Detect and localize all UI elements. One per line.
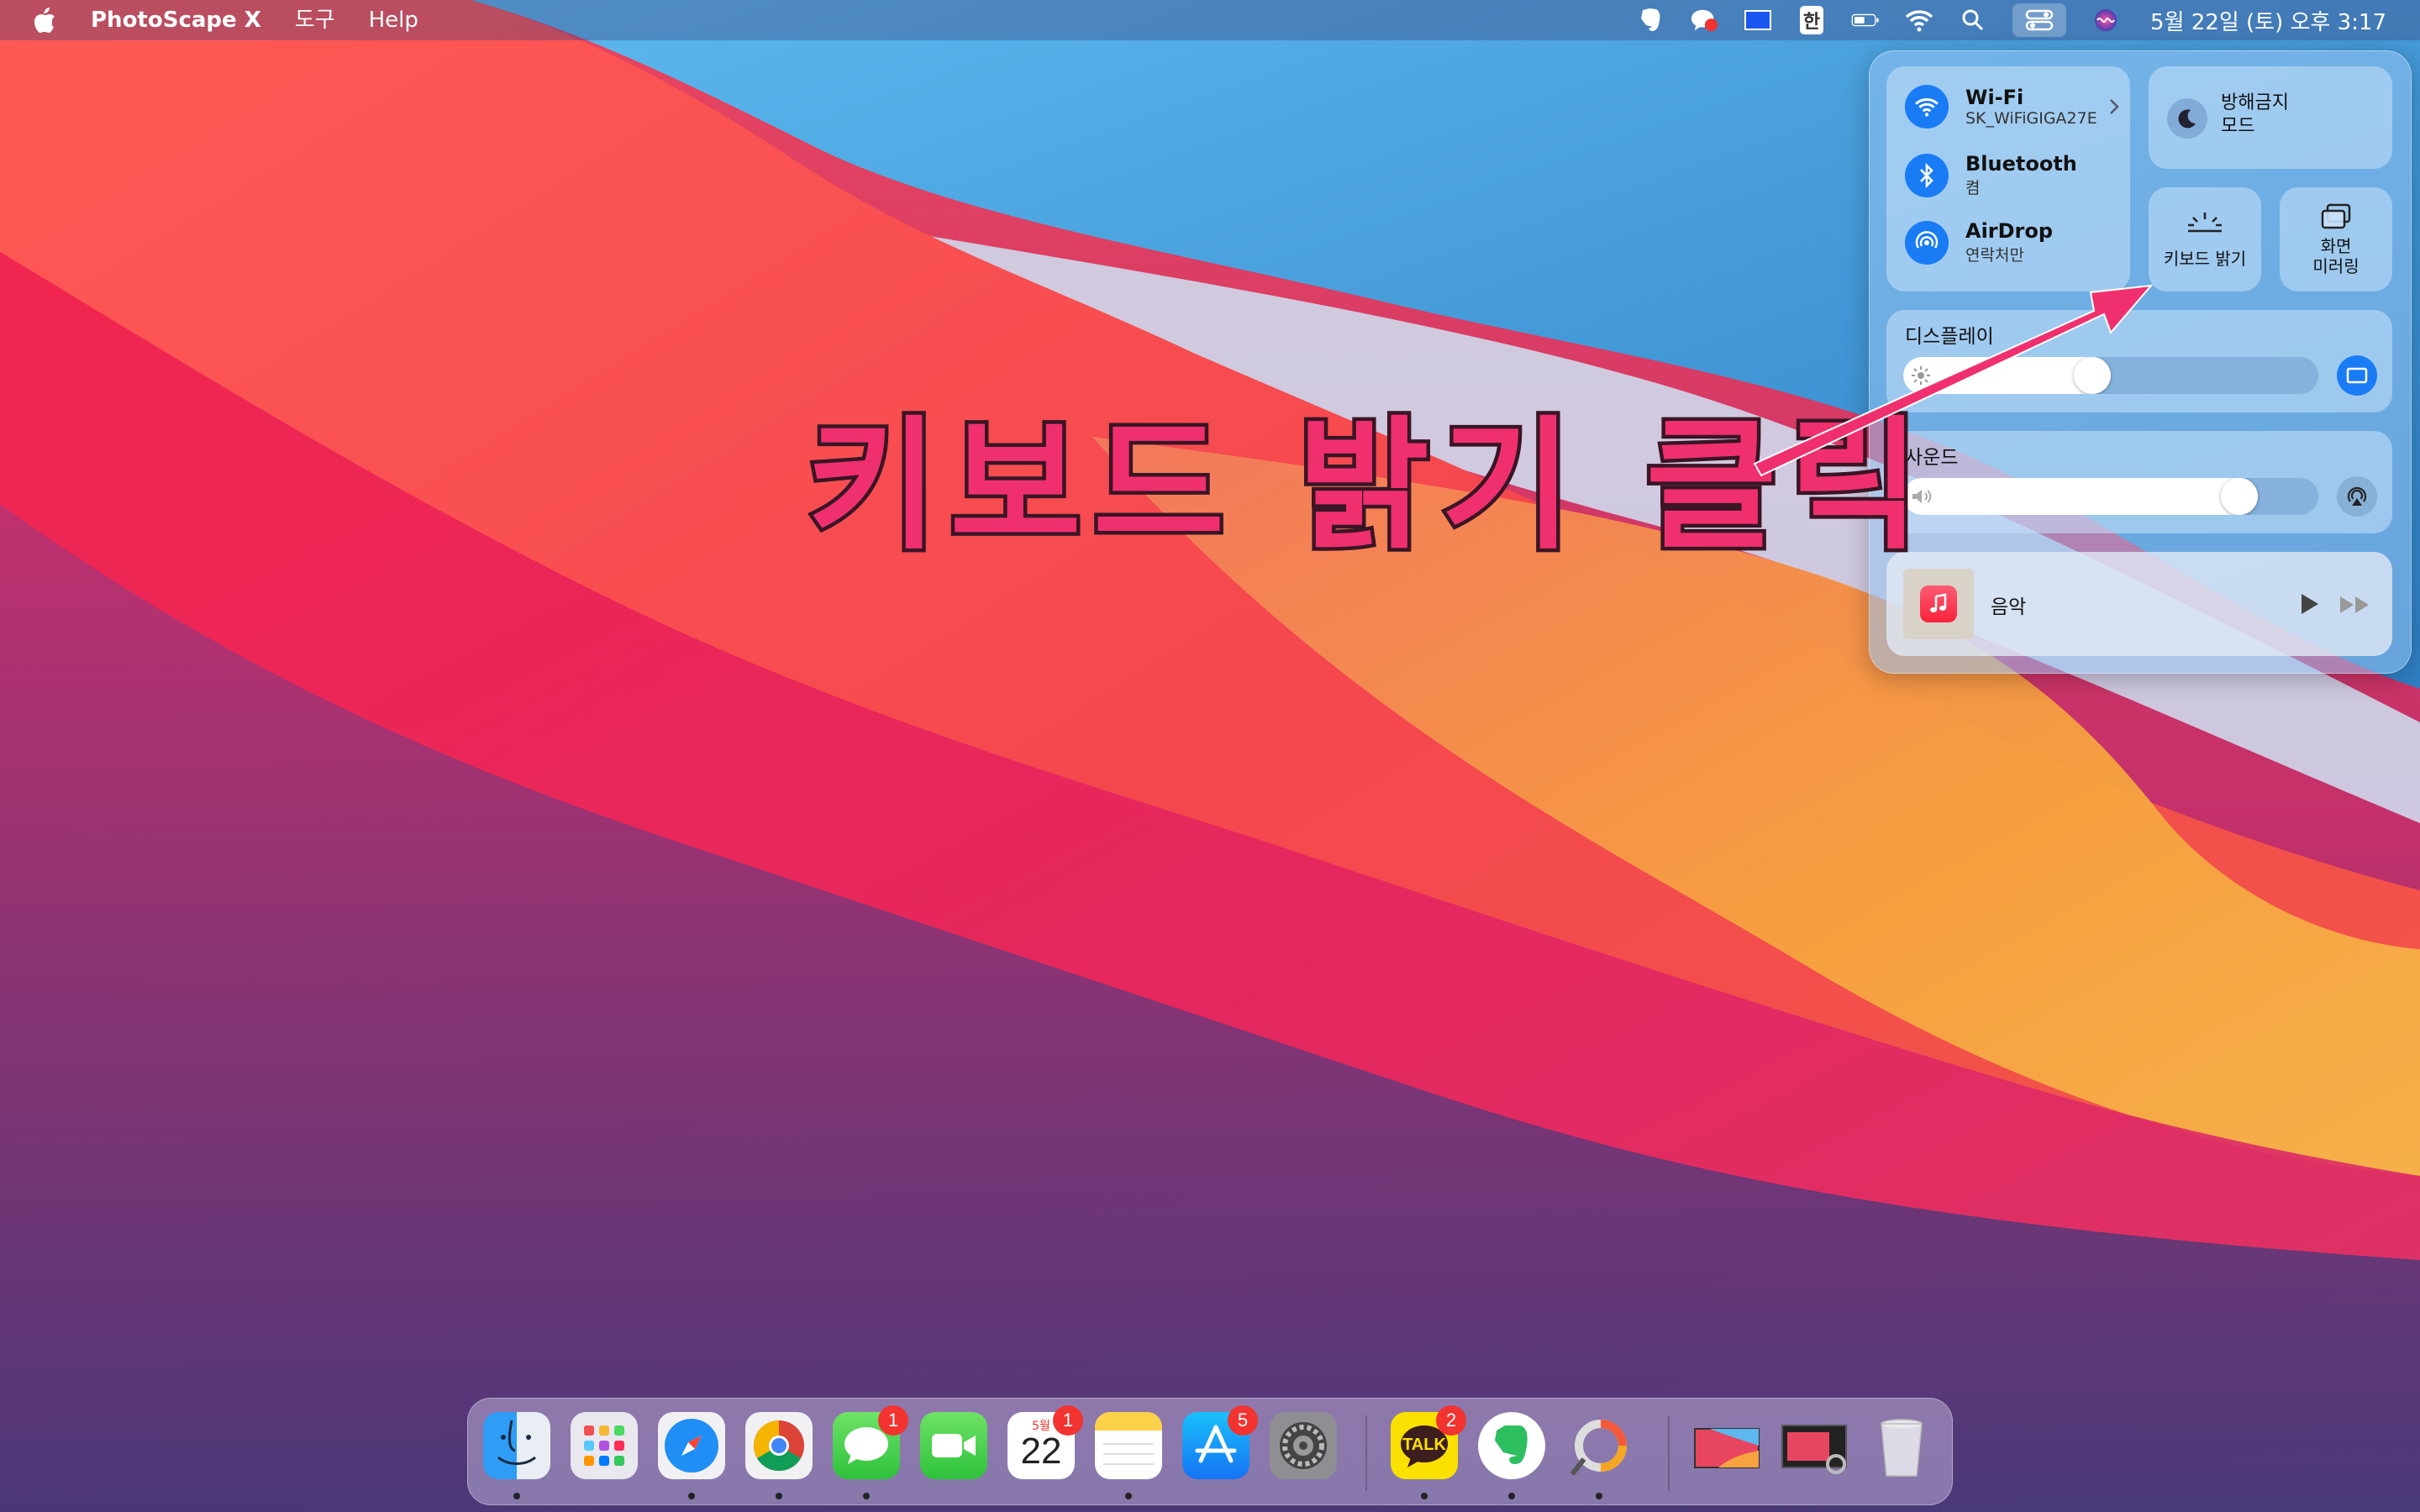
kakaotalk-icon[interactable]: TALK 2 [1391,1405,1466,1479]
network-tile: Wi-Fi SK_WiFiGIGA27E Bluetooth 켬 AirDrop… [1886,66,2130,291]
kakaotalk-badge: 2 [1436,1405,1466,1436]
kakaotalk-running-dot [1421,1493,1428,1499]
spotlight-search-icon[interactable] [1959,6,1987,34]
airdrop-icon[interactable] [1905,220,1949,265]
kakaotalk-label: TALK [1402,1436,1446,1454]
finder-running-dot [513,1493,520,1499]
airplay-audio-button[interactable] [2337,476,2377,517]
messages-icon[interactable]: 1 [833,1405,908,1479]
music-app-artwork[interactable] [1903,569,1974,639]
messages-running-dot [863,1493,870,1499]
do-not-disturb-tile[interactable]: 방해금지 모드 [2149,66,2392,169]
play-icon[interactable] [2298,592,2320,616]
wifi-menu-icon[interactable] [1905,6,1933,34]
annotation-caption: 키보드 밝기 클릭 [802,400,1933,574]
airdrop-row[interactable]: AirDrop 연락처만 [1905,219,2105,265]
photoscape-icon[interactable] [1565,1412,1633,1479]
mirroring-label-line1: 화면 [2320,236,2352,256]
display-slider-knob[interactable] [2074,357,2111,394]
chrome-icon[interactable] [745,1412,813,1479]
sound-slider-knob[interactable] [2221,478,2258,515]
sound-volume-slider[interactable] [1903,478,2318,515]
calendar-day: 22 [1020,1431,1062,1472]
safari-icon[interactable] [658,1412,725,1479]
calendar-badge: 1 [1053,1405,1083,1436]
chrome-running-dot [776,1493,782,1499]
music-title: 음악 [1991,596,2027,618]
desktop-stack-thumbnail[interactable] [1693,1412,1760,1479]
system-preferences-icon[interactable] [1270,1412,1337,1479]
safari-running-dot [688,1493,695,1499]
siri-icon[interactable] [2091,6,2120,34]
display-settings-button[interactable] [2337,355,2377,396]
calendar-icon[interactable]: 5월 22 1 [1007,1405,1083,1479]
notes-running-dot [1125,1493,1132,1499]
app-store-icon[interactable]: 5 [1182,1405,1258,1479]
evernote-running-dot [1508,1493,1515,1499]
wifi-network-name: SK_WiFiGIGA27E [1965,109,2097,128]
sound-tile: 사운드 [1886,431,2392,533]
kakaotalk-menu-icon[interactable] [1690,6,1718,34]
input-method-icon[interactable]: 한 [1797,6,1826,34]
display-screen-icon [2346,367,2368,384]
moon-icon [2167,98,2207,139]
dock-separator [1365,1415,1367,1491]
wifi-title: Wi-Fi [1965,86,2024,109]
display-tile: 디스플레이 [1886,310,2392,412]
photoscape-running-dot [1596,1493,1602,1499]
app-store-badge: 5 [1228,1405,1258,1436]
evernote-menu-icon[interactable] [1636,6,1665,34]
keyboard-brightness-label: 키보드 밝기 [2163,249,2247,269]
music-note-icon [1920,585,1957,622]
keyboard-brightness-tile[interactable]: 키보드 밝기 [2149,187,2261,291]
bluetooth-status: 켬 [1965,179,1981,197]
dnd-label-line1: 방해금지 [2221,92,2289,113]
dock-separator-2 [1668,1415,1670,1491]
bluetooth-icon[interactable] [1905,153,1949,197]
dock: 1 5월 22 1 5 TALK 2 [467,1398,1953,1505]
wifi-row[interactable]: Wi-Fi SK_WiFiGIGA27E [1905,85,2120,129]
launchpad-icon[interactable] [571,1412,638,1479]
screenshot-stack-thumbnail[interactable] [1781,1412,1848,1479]
finder-icon[interactable] [483,1412,550,1479]
menu-tools[interactable]: 도구 [278,0,352,40]
facetime-icon[interactable] [920,1412,987,1479]
screen-mirroring-tile[interactable]: 화면 미러링 [2280,187,2392,291]
notes-icon[interactable] [1095,1412,1162,1479]
trash-icon[interactable] [1868,1412,1935,1479]
display-title: 디스플레이 [1905,326,1994,348]
airdrop-title: AirDrop [1965,219,2054,243]
dnd-label-line2: 모드 [2221,116,2255,137]
control-center-panel: Wi-Fi SK_WiFiGIGA27E Bluetooth 켬 AirDrop… [1869,50,2412,674]
input-method-label: 한 [1799,6,1824,34]
airdrop-status: 연락처만 [1965,246,2024,265]
wifi-icon[interactable] [1905,85,1949,129]
menu-app-name[interactable]: PhotoScape X [74,0,278,40]
battery-icon[interactable] [1851,6,1880,34]
apple-icon[interactable] [32,6,57,34]
display-brightness-slider[interactable] [1903,357,2318,394]
mirroring-label-line2: 미러링 [2312,256,2360,276]
keyboard-brightness-icon [2188,213,2222,233]
bluetooth-title: Bluetooth [1965,152,2077,176]
fast-forward-icon[interactable] [2338,594,2372,616]
airplay-audio-icon [2347,486,2367,506]
menu-clock[interactable]: 5월 22일 (토) 오후 3:17 [2150,5,2386,36]
bluetooth-row[interactable]: Bluetooth 켬 [1905,152,2105,198]
evernote-icon[interactable] [1478,1412,1545,1479]
music-tile: 음악 [1886,552,2392,656]
messages-badge: 1 [878,1405,908,1436]
screen-capture-icon[interactable] [1744,6,1772,34]
sound-slider-fill [1903,478,2258,515]
screen-mirroring-icon [2321,203,2351,229]
menu-bar: PhotoScape X 도구 Help 한 5월 22일 (토) 오후 3:1… [0,0,2420,40]
chevron-right-icon[interactable] [2108,97,2120,116]
control-center-icon[interactable] [2012,3,2067,37]
menu-help[interactable]: Help [352,0,435,40]
